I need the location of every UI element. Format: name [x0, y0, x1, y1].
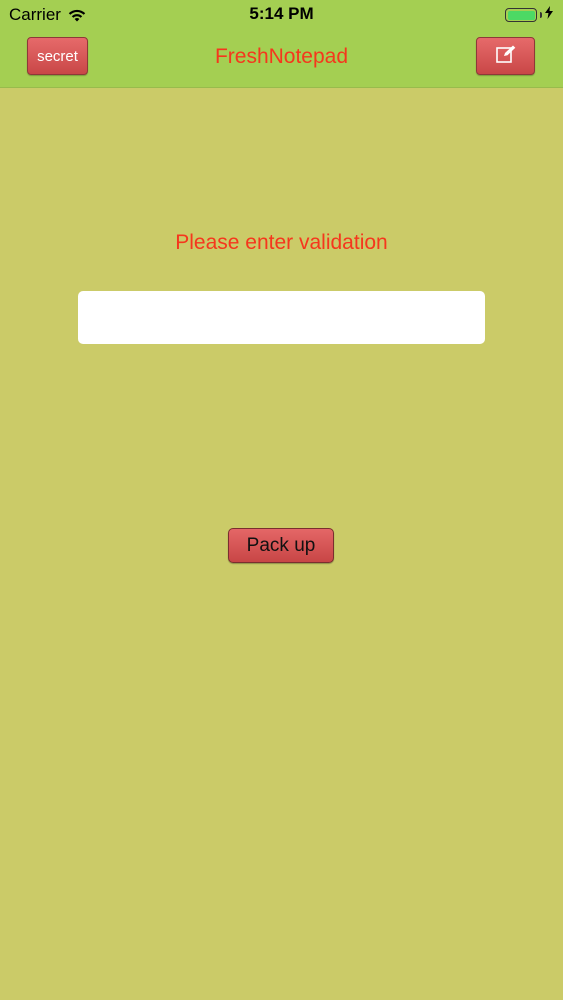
validation-prompt: Please enter validation: [175, 231, 388, 254]
compose-icon: [495, 45, 516, 67]
validation-input[interactable]: [78, 291, 485, 344]
battery-icon: [505, 8, 537, 22]
pack-up-button[interactable]: Pack up: [228, 528, 334, 563]
battery-fill: [507, 10, 535, 20]
battery-tip: [540, 12, 542, 18]
status-time: 5:14 PM: [249, 4, 314, 23]
bolt-icon: [545, 6, 553, 24]
battery-indicator: [505, 6, 553, 24]
navigation-bar: secret FreshNotepad: [0, 30, 563, 88]
compose-button[interactable]: [476, 37, 535, 75]
status-bar: Carrier 5:14 PM: [0, 0, 563, 30]
